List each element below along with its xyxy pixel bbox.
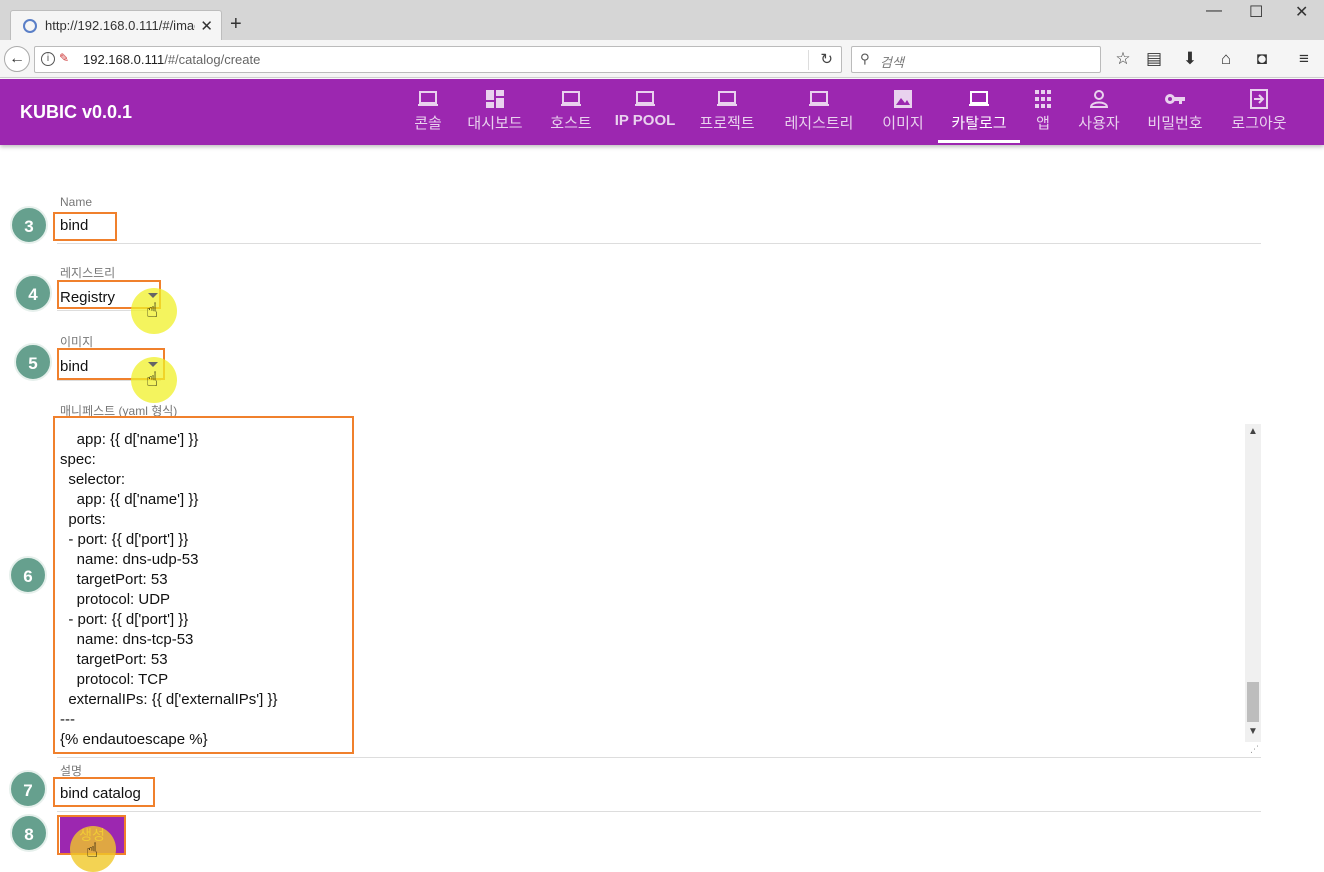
hand-cursor-icon: ☝: [86, 840, 99, 862]
menu-image[interactable]: 이미지: [878, 87, 928, 141]
menu-label: 앱: [1036, 115, 1050, 132]
step-marker-8: 8: [10, 814, 48, 852]
dashboard-icon: [486, 90, 504, 108]
step-marker-6: 6: [9, 556, 47, 594]
manifest-scrollbar[interactable]: ▲ ▼: [1245, 424, 1261, 742]
description-underline: [57, 811, 1261, 812]
highlight-box: [53, 777, 155, 807]
download-icon[interactable]: ⬇: [1179, 48, 1201, 70]
browser-tab[interactable]: http://192.168.0.111/#/imag ✕: [10, 10, 222, 40]
app-brand[interactable]: KUBIC v0.0.1: [20, 102, 132, 123]
person-icon: [1089, 90, 1109, 108]
menu-catalog[interactable]: 카탈로그: [938, 87, 1020, 143]
image-icon: [894, 90, 912, 108]
laptop-icon: [717, 91, 737, 106]
back-button[interactable]: ←: [4, 46, 30, 72]
close-window-button[interactable]: ✕: [1295, 2, 1308, 22]
tab-close-icon[interactable]: ✕: [200, 17, 213, 35]
menu-label: 비밀번호: [1147, 115, 1203, 132]
laptop-icon: [635, 91, 655, 106]
menu-label: 로그아웃: [1231, 115, 1287, 132]
menu-label: 사용자: [1078, 115, 1120, 132]
url-host: 192.168.0.111: [83, 52, 165, 67]
scroll-thumb[interactable]: [1247, 682, 1259, 722]
menu-label: 콘솔: [414, 115, 442, 132]
menu-dashboard[interactable]: 대시보드: [462, 87, 528, 141]
menu-label: 프로젝트: [699, 115, 755, 132]
menu-label: 대시보드: [467, 115, 523, 132]
scroll-up-icon[interactable]: ▲: [1248, 426, 1258, 437]
registry-label: 레지스트리: [60, 266, 116, 280]
step-marker-7: 7: [9, 770, 47, 808]
logout-icon: [1250, 89, 1268, 109]
tab-title: http://192.168.0.111/#/imag: [45, 18, 195, 33]
step-marker-3: 3: [10, 206, 48, 244]
step-marker-5: 5: [14, 343, 52, 381]
menu-label: 호스트: [550, 115, 592, 132]
app-header: KUBIC v0.0.1 콘솔 대시보드 호스트 IP POOL 프로젝트 레지…: [0, 79, 1324, 145]
step-marker-4: 4: [14, 274, 52, 312]
new-tab-button[interactable]: +: [230, 14, 242, 34]
divider: [808, 50, 809, 70]
menu-app[interactable]: 앱: [1031, 87, 1055, 141]
menu-label: 카탈로그: [951, 115, 1007, 132]
highlight-box: [53, 212, 117, 241]
name-underline: [57, 243, 1261, 244]
url-text[interactable]: 192.168.0.111/#/catalog/create: [83, 52, 260, 67]
menu-console[interactable]: 콘솔: [408, 87, 448, 141]
insecure-icon: ✎: [59, 51, 70, 65]
hand-cursor-icon: ☝: [146, 369, 159, 391]
browser-tab-bar: http://192.168.0.111/#/imag ✕ + — ☐ ✕: [0, 0, 1324, 40]
favicon-icon: [23, 18, 37, 33]
menu-label: IP POOL: [614, 112, 676, 129]
bookmark-star-icon[interactable]: ☆: [1112, 48, 1134, 70]
browser-nav-bar: ← i ✎ 192.168.0.111/#/catalog/create ↻ ⚲…: [0, 40, 1324, 78]
search-placeholder: 검색: [880, 55, 904, 70]
home-icon[interactable]: ⌂: [1215, 48, 1237, 70]
search-icon: ⚲: [860, 51, 870, 66]
key-icon: [1165, 94, 1185, 104]
highlight-box: [53, 416, 354, 754]
resize-grip-icon[interactable]: ⋰: [1250, 744, 1259, 755]
clipboard-icon[interactable]: ▤: [1143, 48, 1165, 70]
menu-icon[interactable]: ≡: [1293, 48, 1315, 70]
reload-icon[interactable]: ↻: [820, 50, 833, 68]
menu-logout[interactable]: 로그아웃: [1226, 87, 1292, 141]
info-icon[interactable]: i: [41, 52, 55, 66]
name-label: Name: [60, 195, 93, 209]
menu-project[interactable]: 프로젝트: [694, 87, 760, 141]
scroll-down-icon[interactable]: ▼: [1248, 726, 1258, 737]
menu-user[interactable]: 사용자: [1073, 87, 1125, 141]
maximize-button[interactable]: ☐: [1249, 2, 1263, 22]
laptop-icon: [561, 91, 581, 106]
menu-host[interactable]: 호스트: [545, 87, 597, 141]
browser-search-box[interactable]: ⚲ 검색: [851, 46, 1101, 73]
menu-registry[interactable]: 레지스트리: [778, 87, 860, 141]
minimize-button[interactable]: —: [1206, 2, 1222, 20]
pocket-icon[interactable]: ◘: [1251, 48, 1273, 70]
address-bar[interactable]: i ✎ 192.168.0.111/#/catalog/create ↻: [34, 46, 842, 73]
url-path: /#/catalog/create: [164, 52, 261, 67]
laptop-icon: [418, 91, 438, 106]
menu-label: 이미지: [882, 115, 924, 132]
apps-grid-icon: [1035, 90, 1051, 108]
menu-password[interactable]: 비밀번호: [1142, 87, 1208, 141]
menu-ip-pool[interactable]: IP POOL: [614, 87, 676, 141]
hand-cursor-icon: ☝: [146, 300, 159, 322]
menu-label: 레지스트리: [784, 115, 854, 132]
laptop-icon: [809, 91, 829, 106]
laptop-icon: [969, 91, 989, 106]
